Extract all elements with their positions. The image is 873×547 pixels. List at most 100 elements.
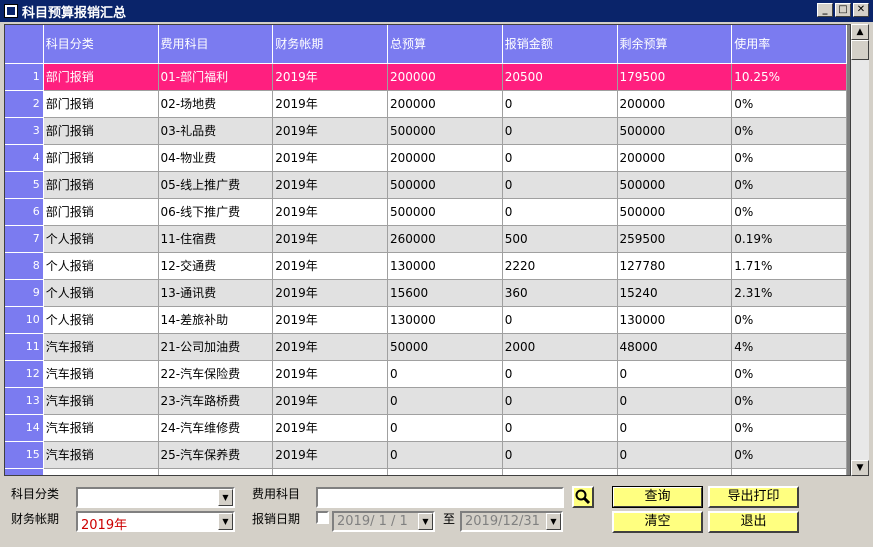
scroll-up-icon[interactable]: ▲ [851, 24, 869, 40]
table-cell[interactable]: 2019年 [272, 198, 388, 226]
table-cell[interactable]: 部门报销 [43, 117, 159, 145]
table-cell[interactable]: 04-物业费 [158, 144, 274, 172]
table-cell[interactable]: 汽车报销 [43, 414, 159, 442]
column-header[interactable]: 使用率 [731, 25, 847, 64]
table-cell[interactable]: 0% [731, 387, 847, 415]
date-from-picker[interactable]: 2019/ 1 / 1 ▼ [332, 511, 435, 532]
table-cell[interactable]: 15600 [387, 279, 503, 307]
table-cell[interactable]: 360 [502, 279, 618, 307]
date-to-picker[interactable]: 2019/12/31 ▼ [460, 511, 563, 532]
column-header[interactable]: 费用科目 [158, 25, 274, 64]
table-cell[interactable]: 0% [731, 441, 847, 469]
budget-grid[interactable]: 科目分类 费用科目 财务帐期 总预算 报销金额 剩余预算 使用率 1 部门报销 01… [4, 24, 851, 476]
table-cell[interactable]: 200000 [387, 90, 503, 118]
table-row[interactable]: 6 部门报销 06-线下推广费 2019年 500000 0 500000 0% [5, 198, 847, 226]
table-cell[interactable]: 200000 [387, 144, 503, 172]
table-row[interactable]: 13 汽车报销 23-汽车路桥费 2019年 0 0 0 0% [5, 387, 847, 415]
table-cell[interactable]: 0 [617, 360, 733, 388]
table-cell[interactable]: 2019年 [272, 360, 388, 388]
table-cell[interactable]: 0 [502, 306, 618, 334]
table-row[interactable]: 5 部门报销 05-线上推广费 2019年 500000 0 500000 0% [5, 171, 847, 199]
table-cell[interactable]: 2019年 [272, 333, 388, 361]
column-header[interactable]: 科目分类 [43, 25, 159, 64]
table-row[interactable]: 14 汽车报销 24-汽车维修费 2019年 0 0 0 0% [5, 414, 847, 442]
table-cell[interactable]: 2019年 [272, 117, 388, 145]
table-cell[interactable]: 1.71% [731, 252, 847, 280]
row-number[interactable]: 9 [5, 279, 44, 307]
table-cell[interactable]: 200000 [617, 144, 733, 172]
table-cell[interactable]: 0.19% [731, 225, 847, 253]
table-cell[interactable]: 0 [387, 414, 503, 442]
table-cell[interactable]: 2019年 [272, 441, 388, 469]
table-row[interactable]: 11 汽车报销 21-公司加油费 2019年 50000 2000 48000 4% [5, 333, 847, 361]
row-number[interactable]: 13 [5, 387, 44, 415]
minimize-button[interactable]: _ [817, 3, 833, 17]
table-cell[interactable]: 0 [387, 360, 503, 388]
table-cell[interactable]: 06-线下推广费 [158, 198, 274, 226]
table-cell[interactable]: 0 [617, 441, 733, 469]
table-cell[interactable]: 0% [731, 90, 847, 118]
table-cell[interactable]: 4% [731, 333, 847, 361]
table-cell[interactable]: 2019年 [272, 306, 388, 334]
table-cell[interactable]: 汽车报销 [43, 387, 159, 415]
row-number[interactable]: 15 [5, 441, 44, 469]
column-header[interactable]: 剩余预算 [617, 25, 733, 64]
query-button[interactable]: 查询 [612, 486, 703, 508]
table-cell[interactable]: 0 [617, 387, 733, 415]
table-cell[interactable]: 0 [502, 90, 618, 118]
table-cell[interactable]: 500000 [387, 117, 503, 145]
table-cell[interactable]: 127780 [617, 252, 733, 280]
date-filter-checkbox[interactable] [316, 511, 329, 524]
table-cell[interactable]: 02-场地费 [158, 90, 274, 118]
chevron-down-icon[interactable]: ▼ [218, 489, 233, 506]
scroll-down-icon[interactable]: ▼ [851, 460, 869, 476]
table-cell[interactable]: 个人报销 [43, 225, 159, 253]
column-header[interactable]: 报销金额 [502, 25, 618, 64]
table-cell[interactable]: 个人报销 [43, 306, 159, 334]
table-cell[interactable]: 0 [617, 414, 733, 442]
table-cell[interactable]: 500000 [617, 171, 733, 199]
table-cell[interactable]: 0 [502, 117, 618, 145]
table-cell[interactable]: 2019年 [272, 90, 388, 118]
row-number[interactable]: 11 [5, 333, 44, 361]
table-cell[interactable]: 500000 [387, 198, 503, 226]
column-header[interactable]: 财务帐期 [272, 25, 388, 64]
table-row[interactable]: 3 部门报销 03-礼品费 2019年 500000 0 500000 0% [5, 117, 847, 145]
table-cell[interactable]: 200000 [617, 90, 733, 118]
row-number[interactable]: 14 [5, 414, 44, 442]
table-cell[interactable]: 13-通讯费 [158, 279, 274, 307]
table-cell[interactable]: 2019年 [272, 252, 388, 280]
row-number[interactable]: 10 [5, 306, 44, 334]
search-button[interactable] [572, 486, 594, 508]
table-cell[interactable]: 汽车报销 [43, 441, 159, 469]
table-cell[interactable]: 260000 [387, 225, 503, 253]
row-number[interactable]: 2 [5, 90, 44, 118]
vertical-scrollbar[interactable]: ▲ ▼ [851, 24, 869, 476]
table-cell[interactable]: 25-汽车保养费 [158, 441, 274, 469]
table-cell[interactable]: 部门报销 [43, 63, 159, 91]
table-cell[interactable]: 0% [731, 144, 847, 172]
table-cell[interactable]: 24-汽车维修费 [158, 414, 274, 442]
table-cell[interactable]: 0 [502, 198, 618, 226]
table-cell[interactable]: 部门报销 [43, 171, 159, 199]
table-cell[interactable]: 14-差旅补助 [158, 306, 274, 334]
table-cell[interactable]: 500000 [617, 117, 733, 145]
chevron-down-icon[interactable]: ▼ [418, 513, 433, 530]
table-cell[interactable]: 50000 [387, 333, 503, 361]
table-cell[interactable]: 0 [502, 360, 618, 388]
table-cell[interactable]: 500000 [387, 171, 503, 199]
table-cell[interactable]: 179500 [617, 63, 733, 91]
table-cell[interactable]: 0% [731, 360, 847, 388]
table-cell[interactable]: 15240 [617, 279, 733, 307]
table-cell[interactable]: 个人报销 [43, 279, 159, 307]
table-cell[interactable]: 500 [502, 225, 618, 253]
table-cell[interactable]: 0 [502, 171, 618, 199]
table-cell[interactable]: 2019年 [272, 144, 388, 172]
table-cell[interactable]: 2019年 [272, 387, 388, 415]
table-row[interactable]: 10 个人报销 14-差旅补助 2019年 130000 0 130000 0% [5, 306, 847, 334]
row-number[interactable]: 12 [5, 360, 44, 388]
period-select[interactable]: 2019年 ▼ [76, 511, 235, 533]
row-number[interactable]: 8 [5, 252, 44, 280]
table-cell[interactable]: 2019年 [272, 225, 388, 253]
table-cell[interactable]: 0% [731, 306, 847, 334]
